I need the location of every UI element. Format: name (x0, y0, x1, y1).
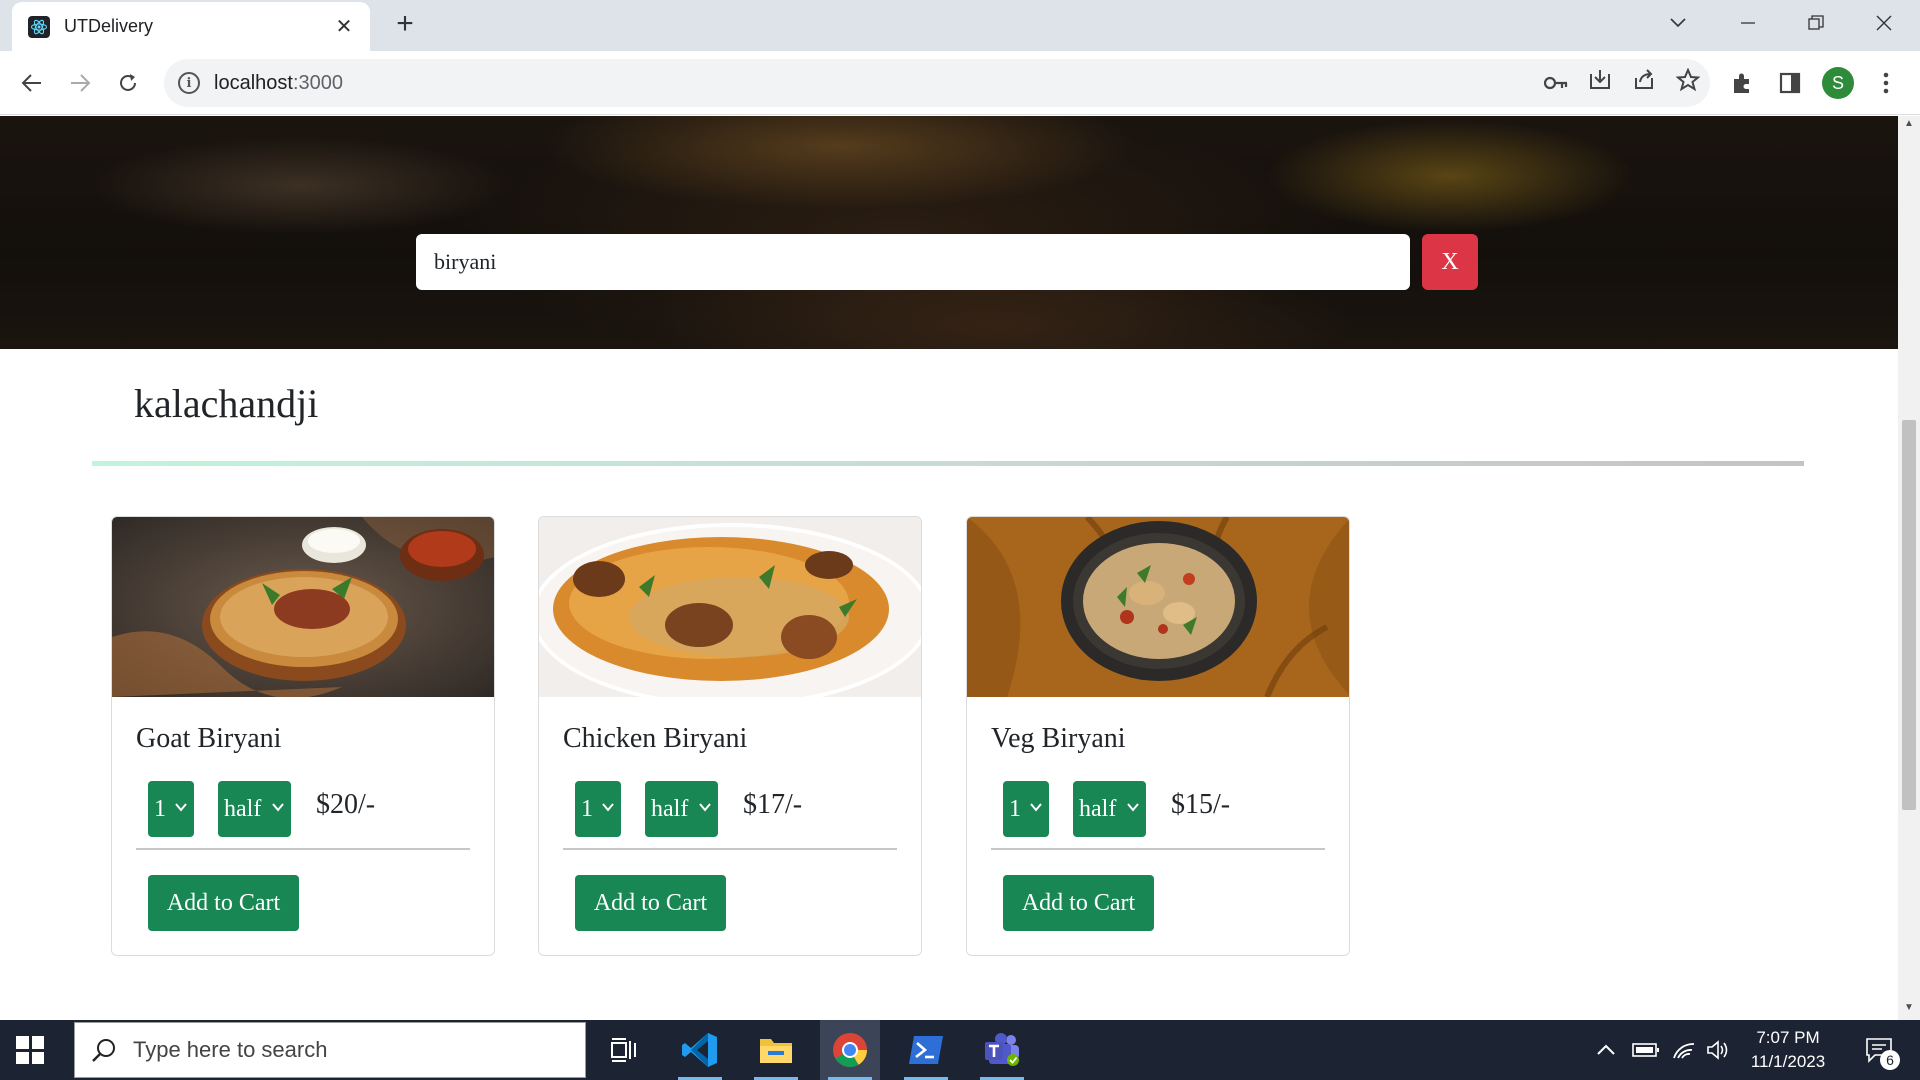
system-clock[interactable]: 7:07 PM 11/1/2023 (1736, 1026, 1840, 1074)
add-to-cart-button[interactable]: Add to Cart (575, 875, 726, 931)
chrome-icon[interactable] (820, 1020, 880, 1080)
share-icon[interactable] (1632, 68, 1656, 98)
card-divider (563, 848, 897, 850)
chevron-down-icon (602, 803, 614, 812)
search-icon (92, 1039, 115, 1062)
scroll-up-arrow-icon[interactable]: ▲ (1898, 118, 1920, 134)
hero-overlay (0, 116, 1898, 349)
taskbar-search-placeholder: Type here to search (133, 1037, 328, 1062)
chevron-down-icon (272, 803, 284, 812)
veg-biryani-image (967, 517, 1349, 697)
search-input[interactable] (416, 234, 1410, 290)
section-divider (92, 461, 1804, 466)
hero-banner: X (0, 116, 1898, 349)
vscode-icon[interactable] (670, 1020, 730, 1080)
wifi-icon[interactable] (1672, 1020, 1696, 1080)
minimize-button[interactable] (1716, 0, 1780, 46)
scroll-thumb[interactable] (1902, 420, 1916, 810)
windows-start-icon[interactable] (16, 1036, 44, 1064)
close-window-button[interactable] (1852, 0, 1916, 46)
volume-icon[interactable] (1706, 1020, 1730, 1080)
size-select[interactable]: half (1073, 781, 1146, 837)
item-price: $20/- (316, 789, 376, 820)
install-app-icon[interactable] (1588, 68, 1612, 98)
quantity-select[interactable]: 1 (1003, 781, 1049, 837)
back-arrow-icon[interactable] (12, 63, 52, 103)
chevron-down-icon (175, 803, 187, 812)
card-divider (991, 848, 1325, 850)
taskbar-search-box[interactable]: Type here to search (74, 1022, 586, 1078)
item-name: Chicken Biryani (563, 723, 748, 754)
side-panel-icon[interactable] (1770, 63, 1810, 103)
tab-strip: UTDelivery ✕ + (0, 0, 1920, 51)
password-key-icon[interactable] (1543, 70, 1568, 96)
clear-search-button[interactable]: X (1422, 234, 1478, 290)
task-view-icon[interactable] (594, 1020, 654, 1080)
kebab-menu-icon[interactable] (1866, 63, 1906, 103)
windows-taskbar: Type here to search 7:07 PM 11/1/2023 6 (0, 1020, 1920, 1080)
profile-avatar[interactable]: S (1818, 63, 1858, 103)
food-card: Chicken Biryani 1 half $17/- Add to Cart (538, 516, 922, 956)
item-name: Veg Biryani (991, 723, 1126, 754)
card-divider (136, 848, 470, 850)
add-to-cart-button[interactable]: Add to Cart (148, 875, 299, 931)
quantity-select[interactable]: 1 (148, 781, 194, 837)
chevron-down-icon (1127, 803, 1139, 812)
browser-toolbar: i localhost:3000 S (0, 51, 1920, 115)
site-info-icon[interactable]: i (178, 72, 200, 94)
teams-icon[interactable] (972, 1020, 1032, 1080)
clock-date: 11/1/2023 (1750, 1052, 1826, 1071)
battery-icon[interactable] (1632, 1020, 1660, 1080)
notification-badge: 6 (1880, 1050, 1900, 1070)
restaurant-title: kalachandji (134, 381, 319, 426)
chicken-biryani-image (539, 517, 921, 697)
restore-button[interactable] (1784, 0, 1848, 46)
new-tab-button[interactable]: + (388, 8, 422, 42)
react-favicon-icon (28, 15, 50, 38)
item-price: $17/- (743, 789, 803, 820)
goat-biryani-image (112, 517, 494, 697)
url-text: localhost:3000 (214, 71, 343, 94)
food-card: Veg Biryani 1 half $15/- Add to Cart (966, 516, 1350, 956)
size-select[interactable]: half (645, 781, 718, 837)
page-scrollbar[interactable]: ▲ ▼ (1898, 116, 1920, 1020)
browser-tab[interactable]: UTDelivery ✕ (12, 2, 370, 51)
tab-close-icon[interactable]: ✕ (332, 14, 356, 39)
scroll-down-arrow-icon[interactable]: ▼ (1898, 1002, 1920, 1018)
show-hidden-icons-chevron-icon[interactable] (1596, 1020, 1616, 1080)
item-name: Goat Biryani (136, 723, 282, 754)
clock-time: 7:07 PM (1756, 1028, 1820, 1047)
chevron-down-icon (699, 803, 711, 812)
food-card: Goat Biryani 1 half $20/- Add to Cart (111, 516, 495, 956)
address-bar[interactable]: i localhost:3000 (164, 59, 1710, 107)
page-viewport: X kalachandji Goat Biryani 1 (0, 116, 1898, 1020)
powershell-icon[interactable] (896, 1020, 956, 1080)
tab-search-chevron-icon[interactable] (1646, 0, 1710, 46)
extensions-icon[interactable] (1722, 63, 1762, 103)
reload-icon[interactable] (108, 63, 148, 103)
chevron-down-icon (1030, 803, 1042, 812)
forward-arrow-icon[interactable] (60, 63, 100, 103)
notification-center-icon[interactable]: 6 (1854, 1020, 1904, 1080)
file-explorer-icon[interactable] (746, 1020, 806, 1080)
tab-title: UTDelivery (64, 16, 154, 36)
size-select[interactable]: half (218, 781, 291, 837)
quantity-select[interactable]: 1 (575, 781, 621, 837)
item-price: $15/- (1171, 789, 1231, 820)
add-to-cart-button[interactable]: Add to Cart (1003, 875, 1154, 931)
bookmark-star-icon[interactable] (1675, 67, 1701, 98)
